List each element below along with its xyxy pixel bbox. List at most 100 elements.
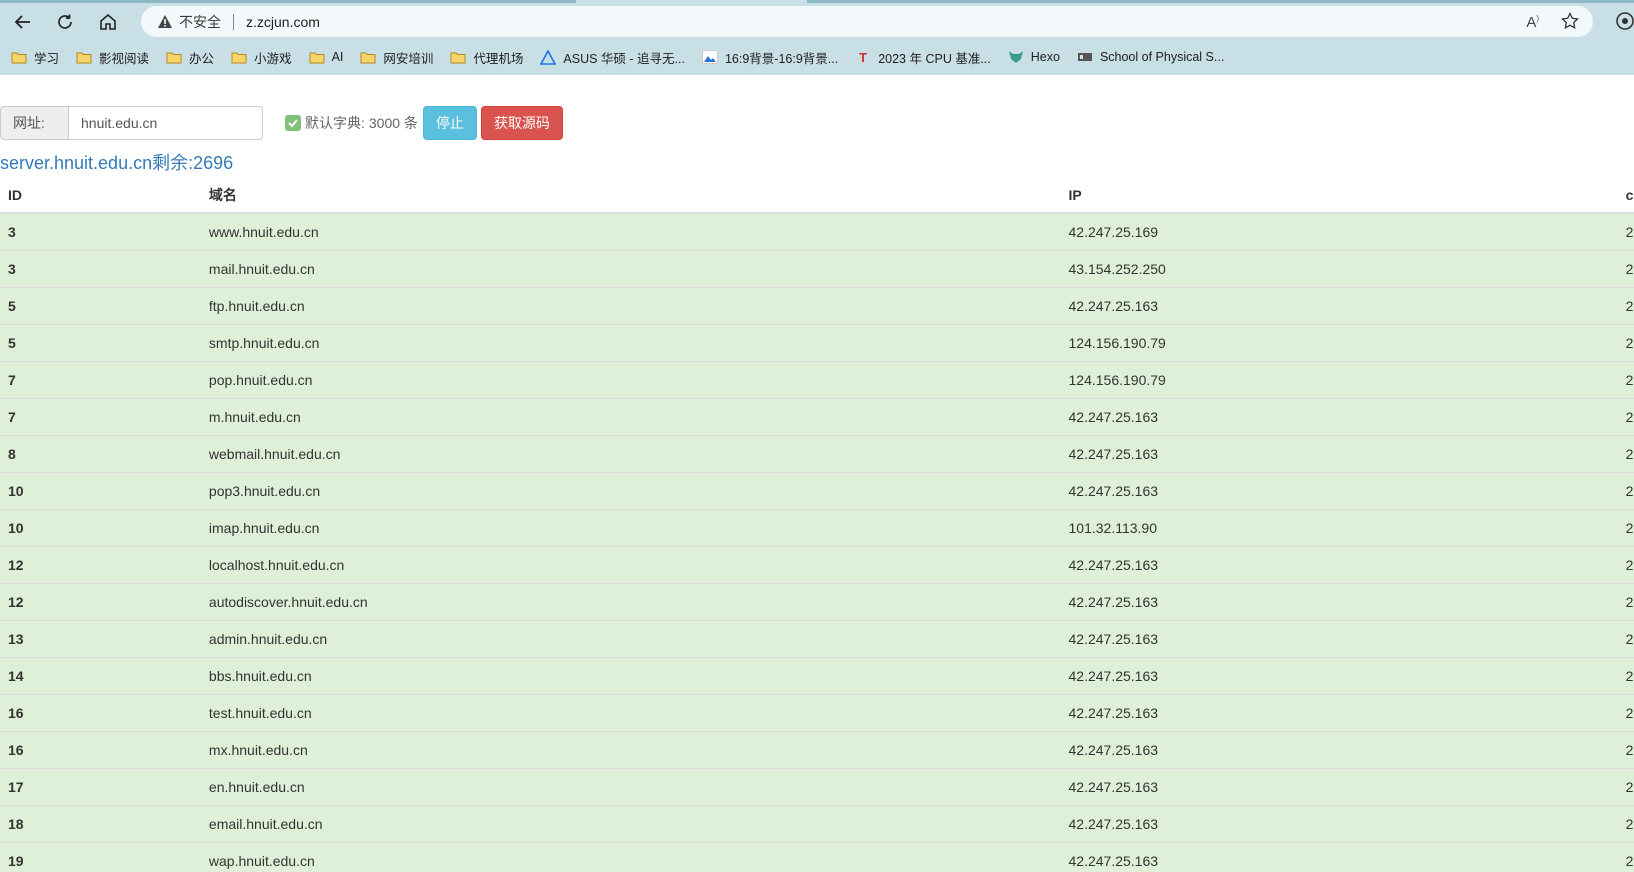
- table-row: 16mx.hnuit.edu.cn42.247.25.16320: [0, 730, 1634, 768]
- cell-ip: 42.247.25.163: [1060, 656, 1618, 694]
- cell-ip: 42.247.25.163: [1060, 730, 1618, 768]
- scan-form: 网址: 默认字典: 3000 条 停止 获取源码: [0, 106, 563, 140]
- cell-id: 14: [0, 656, 201, 694]
- cell-domain: www.hnuit.edu.cn: [200, 212, 1061, 250]
- cell-ip: 42.247.25.163: [1060, 804, 1618, 842]
- stop-button[interactable]: 停止: [422, 106, 477, 140]
- reload-button[interactable]: [50, 8, 80, 36]
- check-icon: [288, 119, 298, 128]
- cell-extra: 20: [1617, 286, 1634, 324]
- cell-ip: 42.247.25.169: [1060, 212, 1618, 250]
- page-content: 网址: 默认字典: 3000 条 停止 获取源码 server.hnuit.ed…: [0, 75, 1634, 872]
- bookmark-item[interactable]: AI: [308, 49, 343, 65]
- svg-text:T: T: [859, 50, 867, 64]
- cell-extra: 20: [1617, 471, 1634, 509]
- cell-ip: 42.247.25.163: [1060, 286, 1618, 324]
- bookmark-label: 网安培训: [383, 51, 434, 66]
- cell-id: 16: [0, 693, 201, 731]
- reload-icon: [58, 14, 72, 29]
- bookmark-item[interactable]: T 2023 年 CPU 基准...: [854, 48, 991, 67]
- default-dict-option[interactable]: 默认字典: 3000 条: [285, 113, 418, 133]
- table-row: 3mail.hnuit.edu.cn43.154.252.25020: [0, 249, 1634, 287]
- school-site-icon: [1076, 49, 1094, 65]
- cell-id: 13: [0, 619, 201, 657]
- cell-id: 12: [0, 582, 201, 620]
- read-aloud-icon[interactable]: A): [1526, 14, 1539, 31]
- cell-id: 19: [0, 841, 201, 872]
- folder-icon: [165, 49, 183, 65]
- address-separator: [233, 13, 234, 30]
- hexo-fox-icon: [1007, 49, 1025, 65]
- bookmark-item[interactable]: School of Physical S...: [1076, 49, 1224, 65]
- cell-domain: pop3.hnuit.edu.cn: [200, 471, 1061, 509]
- bookmark-label: School of Physical S...: [1099, 50, 1225, 64]
- bookmark-item[interactable]: 小游戏: [230, 48, 292, 67]
- bookmark-label: 学习: [34, 51, 60, 66]
- cell-id: 18: [0, 804, 201, 842]
- cell-ip: 42.247.25.163: [1060, 545, 1618, 583]
- favorite-star-icon[interactable]: [1561, 11, 1579, 33]
- table-row: 5smtp.hnuit.edu.cn124.156.190.7920: [0, 323, 1634, 361]
- table-row: 17en.hnuit.edu.cn42.247.25.16320: [0, 767, 1634, 805]
- cell-extra: 20: [1617, 730, 1634, 768]
- table-row: 19wap.hnuit.edu.cn42.247.25.16320: [0, 841, 1634, 872]
- cell-extra: 20: [1617, 508, 1634, 546]
- tab-strip-edge: [807, 0, 1634, 3]
- bookmark-label: 办公: [189, 51, 215, 66]
- table-row: 14bbs.hnuit.edu.cn42.247.25.16320: [0, 656, 1634, 694]
- url-text[interactable]: z.zcjun.com: [246, 14, 320, 30]
- bookmark-item[interactable]: ASUS 华硕 - 追寻无...: [539, 48, 685, 67]
- cell-id: 10: [0, 508, 201, 546]
- cell-id: 5: [0, 323, 201, 361]
- cell-extra: 20: [1617, 434, 1634, 472]
- address-bar[interactable]: 不安全 z.zcjun.com A): [141, 6, 1593, 37]
- cell-domain: bbs.hnuit.edu.cn: [200, 656, 1061, 694]
- header-extra: co: [1617, 178, 1634, 214]
- bookmark-item[interactable]: 学习: [10, 48, 59, 67]
- cell-extra: 20: [1617, 841, 1634, 872]
- security-label[interactable]: 不安全: [179, 12, 221, 32]
- table-row: 10imap.hnuit.edu.cn101.32.113.9020: [0, 508, 1634, 546]
- bookmark-item[interactable]: 16:9背景-16:9背景...: [701, 48, 838, 67]
- cell-ip: 42.247.25.163: [1060, 841, 1618, 872]
- table-row: 16test.hnuit.edu.cn42.247.25.16320: [0, 693, 1634, 731]
- back-button[interactable]: [8, 8, 38, 36]
- cell-ip: 42.247.25.163: [1060, 693, 1618, 731]
- bookmark-label: 小游戏: [254, 51, 292, 66]
- bookmark-label: Hexo: [1030, 50, 1060, 64]
- cell-domain: localhost.hnuit.edu.cn: [200, 545, 1061, 583]
- table-row: 18email.hnuit.edu.cn42.247.25.16320: [0, 804, 1634, 842]
- bookmark-label: 代理机场: [473, 51, 524, 66]
- cell-extra: 20: [1617, 619, 1634, 657]
- extension-icon[interactable]: [1614, 10, 1634, 32]
- bookmark-item[interactable]: 办公: [165, 48, 214, 67]
- cell-extra: 20: [1617, 804, 1634, 842]
- cell-extra: 20: [1617, 360, 1634, 398]
- get-source-button[interactable]: 获取源码: [480, 106, 563, 140]
- cell-id: 8: [0, 434, 201, 472]
- bookmark-item[interactable]: 网安培训: [359, 48, 433, 67]
- cell-extra: 20: [1617, 656, 1634, 694]
- default-dict-checkbox[interactable]: [285, 115, 301, 131]
- home-button[interactable]: [93, 8, 123, 36]
- back-arrow-icon: [14, 15, 30, 29]
- folder-icon: [308, 49, 326, 65]
- table-row: 3www.hnuit.edu.cn42.247.25.16920: [0, 212, 1634, 250]
- cell-id: 5: [0, 286, 201, 324]
- cell-extra: 20: [1617, 693, 1634, 731]
- header-domain: 域名: [200, 178, 1061, 214]
- cell-extra: 20: [1617, 545, 1634, 583]
- warning-icon[interactable]: [157, 14, 173, 30]
- url-input[interactable]: [68, 106, 263, 140]
- cell-domain: autodiscover.hnuit.edu.cn: [200, 582, 1061, 620]
- cell-ip: 124.156.190.79: [1060, 323, 1618, 361]
- cell-id: 17: [0, 767, 201, 805]
- table-row: 12localhost.hnuit.edu.cn42.247.25.16320: [0, 545, 1634, 583]
- bookmark-item[interactable]: 影视阅读: [75, 48, 149, 67]
- bookmark-item[interactable]: Hexo: [1007, 49, 1060, 65]
- folder-icon: [449, 49, 467, 65]
- bookmark-item[interactable]: 代理机场: [449, 48, 523, 67]
- table-row: 13admin.hnuit.edu.cn42.247.25.16320: [0, 619, 1634, 657]
- cell-ip: 42.247.25.163: [1060, 397, 1618, 435]
- folder-icon: [10, 49, 28, 65]
